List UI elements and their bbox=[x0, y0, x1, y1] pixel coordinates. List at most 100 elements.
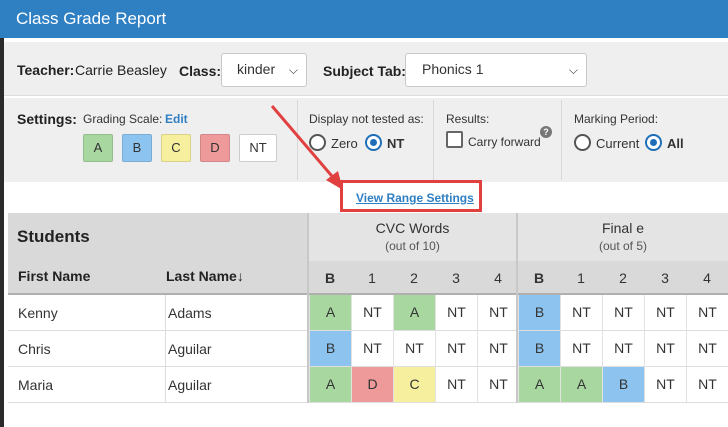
all-radio-label: All bbox=[667, 136, 684, 151]
nt-radio[interactable] bbox=[365, 134, 382, 151]
grade-cell[interactable]: A bbox=[393, 295, 435, 330]
first-name-cell: Chris bbox=[18, 341, 51, 357]
carry-forward-checkbox[interactable] bbox=[446, 131, 463, 148]
grade-cell[interactable]: NT bbox=[644, 295, 686, 330]
cell-divider bbox=[165, 331, 166, 367]
first-name-cell: Kenny bbox=[18, 305, 58, 321]
grade-cell[interactable]: C bbox=[393, 367, 435, 402]
scale-chip-nt: NT bbox=[239, 134, 277, 162]
scale-chip-c: C bbox=[161, 134, 191, 162]
column-header-final-e-4: 4 bbox=[703, 270, 711, 286]
last-name-header[interactable]: Last Name↓ bbox=[166, 268, 244, 284]
group-name: CVC Words bbox=[375, 220, 450, 236]
column-header-cvc-words-2: 2 bbox=[410, 270, 418, 286]
grade-cell[interactable]: D bbox=[351, 367, 393, 402]
column-header-final-e-3: 3 bbox=[661, 270, 669, 286]
group-header-cvc-words: CVC Words (out of 10) bbox=[307, 213, 516, 261]
grade-cell[interactable]: NT bbox=[560, 331, 602, 366]
teacher-name: Carrie Beasley bbox=[75, 62, 167, 78]
edit-grading-scale-link[interactable]: Edit bbox=[165, 112, 188, 126]
grade-cell[interactable]: NT bbox=[602, 295, 644, 330]
grade-cell[interactable]: NT bbox=[435, 331, 477, 366]
subject-tab-select[interactable]: Phonics 1 ⌵ bbox=[405, 53, 587, 87]
first-name-cell: Maria bbox=[18, 377, 54, 393]
grade-cell[interactable]: NT bbox=[644, 331, 686, 366]
grade-cell[interactable]: NT bbox=[644, 367, 686, 402]
nt-radio-label: NT bbox=[387, 136, 405, 151]
chevron-down-icon: ⌵ bbox=[288, 63, 298, 77]
cell-divider bbox=[165, 367, 166, 403]
student-row: Maria Aguilar A D C NT NT A A B NT NT bbox=[8, 367, 728, 403]
teacher-label: Teacher: bbox=[17, 62, 75, 78]
grade-cell[interactable]: A bbox=[309, 295, 351, 330]
grade-cell[interactable]: B bbox=[518, 295, 560, 330]
grade-cell[interactable]: B bbox=[602, 367, 644, 402]
column-header-cvc-words-3: 3 bbox=[452, 270, 460, 286]
last-name-header-label: Last Name bbox=[166, 268, 237, 284]
grade-cell[interactable]: NT bbox=[686, 331, 728, 366]
scale-chip-d: D bbox=[200, 134, 230, 162]
column-header-final-e-2: 2 bbox=[619, 270, 627, 286]
divider bbox=[297, 100, 298, 180]
zero-radio[interactable] bbox=[309, 134, 326, 151]
grade-cell[interactable]: NT bbox=[435, 295, 477, 330]
class-select[interactable]: kinder ⌵ bbox=[221, 53, 307, 87]
grade-cell[interactable]: NT bbox=[351, 295, 393, 330]
last-name-cell: Aguilar bbox=[168, 377, 212, 393]
column-header-cvc-words-b: B bbox=[324, 270, 336, 286]
marking-period-label: Marking Period: bbox=[574, 112, 659, 126]
grade-cell[interactable]: NT bbox=[602, 331, 644, 366]
student-row: Chris Aguilar B NT NT NT NT B NT NT NT NT bbox=[8, 331, 728, 367]
column-header-final-e-1: 1 bbox=[577, 270, 585, 286]
current-radio-label: Current bbox=[596, 136, 640, 151]
carry-forward-label: Carry forward bbox=[468, 135, 541, 149]
group-divider bbox=[307, 213, 309, 403]
subject-select-value: Phonics 1 bbox=[422, 61, 484, 77]
current-radio[interactable] bbox=[574, 134, 591, 151]
scale-chip-b: B bbox=[122, 134, 152, 162]
help-icon[interactable]: ? bbox=[540, 126, 552, 138]
view-range-settings-link[interactable]: View Range Settings bbox=[356, 191, 474, 205]
grade-cell[interactable]: NT bbox=[560, 295, 602, 330]
grade-cell[interactable]: A bbox=[309, 367, 351, 402]
column-header-cvc-words-1: 1 bbox=[368, 270, 376, 286]
class-label: Class: bbox=[179, 63, 222, 79]
window-title: Class Grade Report bbox=[0, 0, 728, 38]
grade-cell[interactable]: A bbox=[560, 367, 602, 402]
divider bbox=[433, 100, 434, 180]
sort-arrow-icon: ↓ bbox=[236, 268, 244, 284]
group-subtitle: (out of 5) bbox=[598, 239, 648, 253]
grade-cell[interactable]: A bbox=[518, 367, 560, 402]
grade-cell[interactable]: NT bbox=[686, 367, 728, 402]
students-heading: Students bbox=[17, 227, 90, 246]
student-row: Kenny Adams A NT A NT NT B NT NT NT NT bbox=[8, 295, 728, 331]
all-radio[interactable] bbox=[645, 134, 662, 151]
grade-cell[interactable]: NT bbox=[477, 295, 519, 330]
column-header-cvc-words-4: 4 bbox=[494, 270, 502, 286]
grade-cell[interactable]: NT bbox=[686, 295, 728, 330]
last-name-cell: Aguilar bbox=[168, 341, 212, 357]
group-subtitle: (out of 10) bbox=[385, 239, 440, 253]
group-name: Final e bbox=[601, 220, 645, 236]
divider bbox=[561, 100, 562, 180]
settings-label: Settings: bbox=[17, 111, 77, 127]
last-name-cell: Adams bbox=[168, 305, 212, 321]
grade-cell[interactable]: B bbox=[309, 331, 351, 366]
class-select-value: kinder bbox=[237, 61, 276, 77]
first-name-header[interactable]: First Name bbox=[18, 268, 90, 284]
grade-cell[interactable]: NT bbox=[477, 331, 519, 366]
zero-radio-label: Zero bbox=[331, 136, 358, 151]
grade-cell[interactable]: NT bbox=[351, 331, 393, 366]
group-header-final-e: Final e (out of 5) bbox=[516, 213, 728, 261]
grade-cell[interactable]: NT bbox=[477, 367, 519, 402]
group-divider bbox=[516, 213, 518, 403]
display-not-tested-label: Display not tested as: bbox=[309, 112, 424, 126]
results-label: Results: bbox=[446, 112, 490, 126]
chevron-down-icon: ⌵ bbox=[568, 63, 578, 77]
grade-cell[interactable]: NT bbox=[393, 331, 435, 366]
cell-divider bbox=[165, 295, 166, 331]
grade-cell[interactable]: B bbox=[518, 331, 560, 366]
column-header-final-e-b: B bbox=[533, 270, 545, 286]
subject-tab-label: Subject Tab: bbox=[323, 63, 406, 79]
grade-cell[interactable]: NT bbox=[435, 367, 477, 402]
